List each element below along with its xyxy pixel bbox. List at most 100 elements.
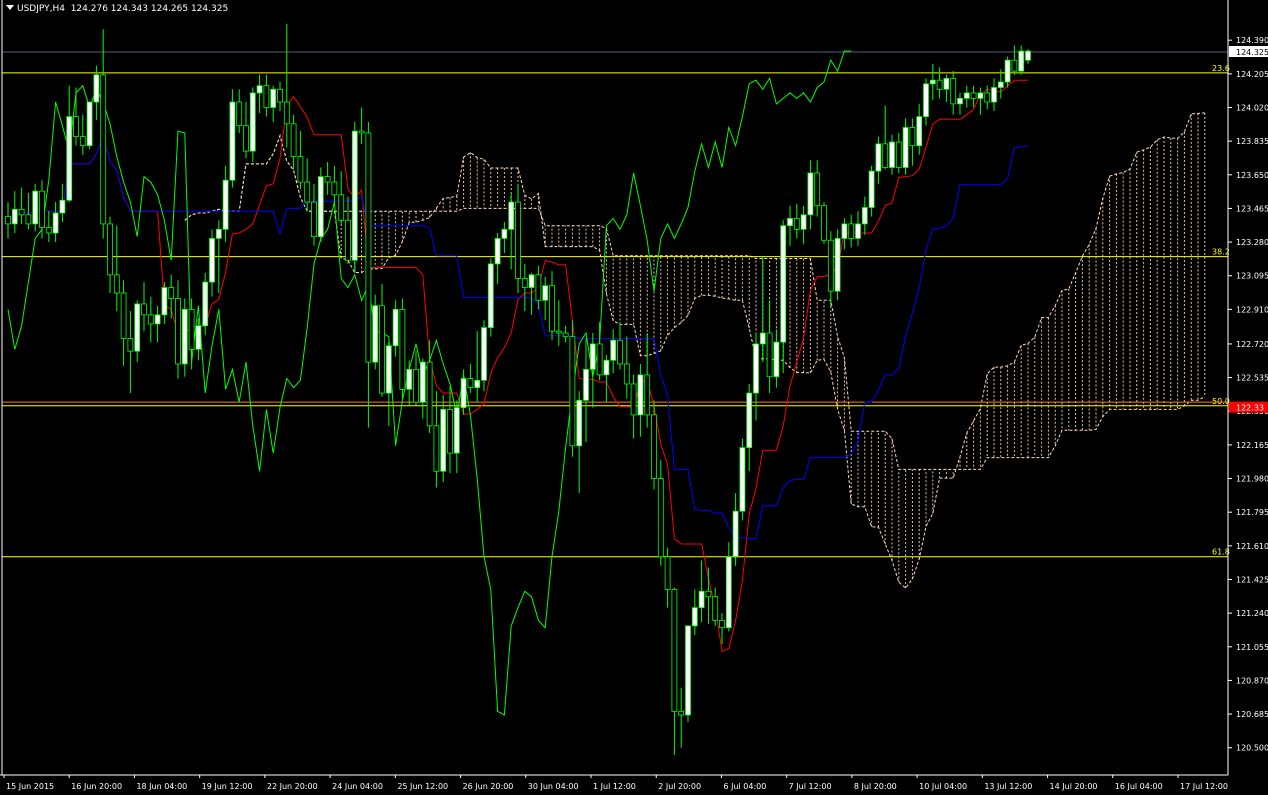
- candle-body: [875, 143, 882, 172]
- candle-body: [807, 172, 814, 216]
- candle-body: [800, 214, 807, 230]
- price-tick-label: 123.835: [1236, 137, 1268, 146]
- senkou-span-a-line: [184, 112, 1205, 589]
- candle-body: [73, 116, 79, 137]
- candle-body: [1004, 59, 1011, 83]
- candle-body: [222, 179, 229, 230]
- fibonacci-levels: 23.6 38.2 50.0 61.8: [2, 51, 1230, 558]
- fibo-label: 50.0: [1212, 397, 1230, 406]
- candle-body: [909, 127, 916, 147]
- candle-body: [134, 303, 141, 352]
- candle-body: [712, 596, 719, 621]
- time-tick-label: 26 Jun 20:00: [463, 782, 514, 791]
- candle-body: [569, 336, 576, 447]
- candle-body: [283, 101, 290, 125]
- candle-body: [93, 74, 100, 103]
- candle-body: [977, 92, 984, 99]
- candle-body: [304, 181, 311, 203]
- candle-body: [889, 141, 895, 168]
- time-tick-label: 18 Jun 04:00: [136, 782, 187, 791]
- candle-body: [773, 341, 780, 378]
- candle-body: [147, 314, 154, 325]
- candle-body: [1011, 59, 1018, 72]
- candle-body: [610, 339, 617, 361]
- candle-body: [311, 201, 317, 238]
- candle-body: [528, 274, 535, 288]
- price-tick-label: 124.020: [1236, 103, 1268, 112]
- candle-body: [868, 170, 875, 208]
- price-tick-label: 120.685: [1236, 710, 1268, 719]
- price-tick-label: 121.240: [1236, 609, 1268, 618]
- candle-body: [11, 208, 18, 225]
- candle-body: [725, 556, 732, 629]
- candle-body: [331, 181, 338, 196]
- candle-body: [841, 223, 848, 239]
- time-tick-label: 17 Jul 12:00: [1180, 782, 1228, 791]
- candle-body: [290, 123, 297, 157]
- tenkan-sen-line: [7, 79, 1028, 652]
- time-tick-label: 13 Jul 12:00: [984, 782, 1032, 791]
- candle-body: [698, 590, 705, 609]
- time-tick-label: 10 Jul 04:00: [919, 782, 967, 791]
- candle-body: [719, 620, 725, 629]
- price-tick-label: 122.165: [1236, 441, 1268, 450]
- price-tick-label: 122.535: [1236, 374, 1268, 383]
- candle-body: [521, 278, 528, 288]
- candle-body: [100, 74, 107, 225]
- candle-body: [494, 238, 501, 265]
- price-tick-label: 121.795: [1236, 508, 1268, 517]
- candle-body: [297, 156, 304, 183]
- candle-body: [671, 589, 678, 712]
- candle-body: [895, 141, 902, 168]
- candle-body: [950, 77, 957, 105]
- candle-body: [787, 218, 793, 227]
- candle-body: [440, 409, 447, 472]
- candle-body: [508, 201, 515, 230]
- candle-body: [39, 190, 45, 228]
- price-tick-label: 120.500: [1236, 744, 1268, 753]
- price-chart[interactable]: 23.6 38.2 50.0 61.8 124.390 124.205 124.020 12…: [0, 0, 1268, 795]
- candle-body: [637, 374, 644, 416]
- candle-body: [834, 238, 841, 292]
- candle-body: [215, 228, 222, 239]
- ichimoku-lines: [7, 50, 1029, 716]
- candle-body: [487, 263, 494, 328]
- candle-body: [66, 116, 73, 201]
- candle-body: [113, 274, 120, 294]
- candle-body: [821, 205, 827, 241]
- candle-body: [535, 274, 542, 301]
- candle-body: [474, 379, 481, 388]
- candle-body: [365, 132, 372, 363]
- candle-body: [168, 287, 175, 299]
- candle-body: [52, 212, 59, 234]
- fibo-label: 38.2: [1212, 248, 1230, 257]
- candle-body: [79, 136, 86, 147]
- candle-body: [399, 308, 406, 390]
- candle-body: [630, 383, 637, 416]
- candle-body: [345, 219, 351, 261]
- candle-body: [229, 101, 236, 181]
- price-tick-label: 120.870: [1236, 676, 1268, 685]
- fibo-label: 61.8: [1212, 548, 1230, 557]
- candle-body: [426, 361, 433, 427]
- candle-body: [623, 363, 630, 385]
- candle-body: [120, 292, 127, 339]
- time-tick-label: 6 Jul 04:00: [723, 782, 766, 791]
- candle-body: [358, 130, 365, 134]
- candle-body: [32, 190, 39, 225]
- candle-body: [848, 223, 855, 239]
- candle-body: [780, 225, 787, 343]
- price-tick-label: 121.055: [1236, 643, 1268, 652]
- candle-body: [555, 330, 562, 334]
- time-tick-label: 19 Jun 12:00: [202, 782, 253, 791]
- candle-body: [793, 218, 800, 230]
- time-tick-label: 16 Jul 04:00: [1115, 782, 1163, 791]
- candle-body: [175, 298, 181, 365]
- candle-body: [18, 208, 25, 216]
- candle-body: [814, 172, 821, 207]
- candle-body: [562, 332, 569, 338]
- candle-body: [549, 285, 555, 332]
- time-tick-label: 30 Jun 04:00: [528, 782, 579, 791]
- candle-body: [481, 327, 487, 381]
- candle-body: [705, 590, 712, 598]
